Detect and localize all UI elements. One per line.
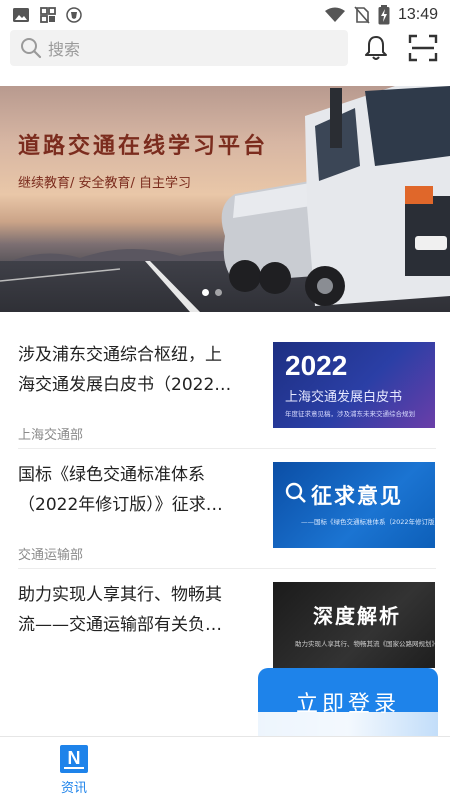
news-title: 国标《绿色交通标准体系 （2022年修订版）》征求…: [18, 465, 223, 515]
scan-icon[interactable]: [408, 34, 438, 62]
carousel-dot[interactable]: [215, 289, 222, 296]
news-source: 上海交通部: [18, 428, 84, 443]
banner-subtitle: 继续教育/ 安全教育/ 自主学习: [18, 176, 192, 191]
divider: [18, 568, 436, 569]
bell-icon[interactable]: [362, 34, 390, 62]
shield-icon: [66, 7, 82, 23]
truck-image: [221, 86, 450, 306]
search-input[interactable]: 搜索: [10, 30, 348, 66]
clock: 13:49: [397, 6, 438, 23]
news-icon: N: [60, 745, 88, 773]
news-title: 助力实现人享其行、物畅其 流——交通运输部有关负…: [18, 585, 222, 635]
carousel-indicator[interactable]: [202, 289, 222, 296]
news-source: 交通运输部: [18, 548, 84, 563]
news-thumbnail: 2022 上海交通发展白皮书 年度征求意见稿，涉及浦东未来交通综合规划: [273, 342, 435, 428]
magnifier-icon: [285, 482, 306, 503]
search-placeholder: 搜索: [48, 40, 81, 59]
nav-tab-label: 资讯: [60, 781, 87, 796]
news-thumbnail: 深度解析 助力实现人享其行、物畅其流《国家公路网规划》: [273, 582, 435, 668]
carousel-dot[interactable]: [202, 289, 209, 296]
news-thumbnail: 征求意见 ——国标《绿色交通标准体系（2022年修订版）》——: [273, 462, 435, 548]
header: 搜索: [0, 30, 450, 70]
no-sim-icon: [354, 6, 370, 24]
road-line: [0, 261, 200, 312]
battery-charging-icon: [378, 5, 390, 25]
banner-carousel[interactable]: 道路交通在线学习平台 继续教育/ 安全教育/ 自主学习: [0, 86, 450, 312]
search-icon: [21, 38, 42, 59]
wifi-icon: [324, 7, 345, 22]
news-title: 涉及浦东交通综合枢纽，上 海交通发展白皮书（2022…: [18, 345, 232, 395]
divider: [18, 448, 436, 449]
status-bar: 13:49: [0, 0, 450, 30]
bottom-nav: N 资讯: [0, 736, 450, 800]
apps-icon: [40, 7, 56, 23]
image-icon: [13, 8, 29, 22]
nav-tab-news[interactable]: N 资讯: [52, 745, 96, 796]
